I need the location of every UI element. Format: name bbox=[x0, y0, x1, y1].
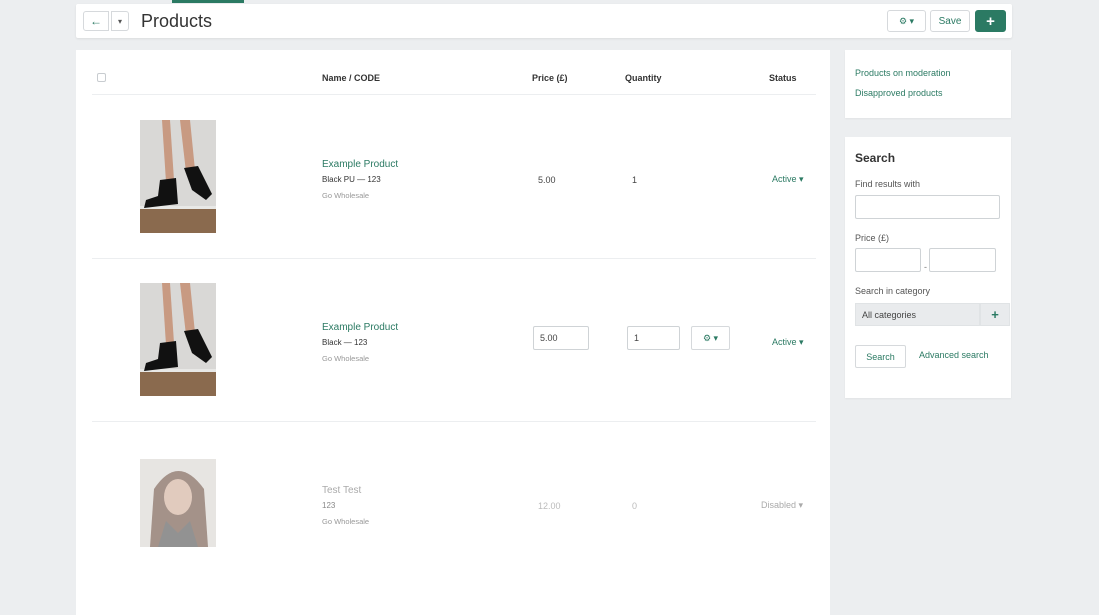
add-category-button[interactable]: + bbox=[980, 303, 1010, 326]
advanced-search-link[interactable]: Advanced search bbox=[919, 350, 989, 360]
page-header: ← ▾ Products ⚙ ▾ Save + bbox=[76, 0, 1012, 38]
price-range-separator: - bbox=[924, 262, 927, 272]
search-title: Search bbox=[855, 151, 896, 165]
search-button[interactable]: Search bbox=[855, 345, 906, 368]
product-name-link[interactable]: Example Product bbox=[322, 159, 398, 170]
product-price: 5.00 bbox=[538, 175, 556, 185]
back-button[interactable]: ← bbox=[83, 11, 109, 31]
select-all-checkbox[interactable] bbox=[97, 73, 106, 82]
plus-icon: + bbox=[991, 307, 999, 322]
product-quantity: 1 bbox=[632, 175, 638, 185]
status-dropdown[interactable]: Active ▾ bbox=[772, 174, 804, 185]
product-image[interactable] bbox=[140, 459, 216, 547]
page-title: Products bbox=[141, 11, 213, 31]
product-code: 123 bbox=[322, 501, 336, 510]
settings-dropdown-button[interactable]: ⚙ ▾ bbox=[887, 10, 926, 32]
table-row: Example Product Black PU — 123 Go Wholes… bbox=[92, 96, 816, 259]
disapproved-products-link[interactable]: Disapproved products bbox=[855, 88, 943, 98]
arrow-left-icon: ← bbox=[90, 14, 102, 28]
table-row: Example Product Black — 123 Go Wholesale… bbox=[92, 259, 816, 422]
product-name-link[interactable]: Test Test bbox=[322, 485, 361, 496]
price-max-input[interactable] bbox=[929, 248, 996, 272]
products-on-moderation-link[interactable]: Products on moderation bbox=[855, 68, 951, 78]
gear-icon: ⚙ ▾ bbox=[702, 332, 719, 343]
category-label: Search in category bbox=[855, 286, 931, 296]
product-vendor: Go Wholesale bbox=[322, 191, 370, 200]
caret-down-icon: ▾ bbox=[117, 16, 122, 26]
table-header: Name / CODE Price (£) Quantity Status bbox=[92, 68, 816, 95]
save-button[interactable]: Save bbox=[930, 10, 970, 32]
product-name-link[interactable]: Example Product bbox=[322, 322, 398, 333]
row-settings-button[interactable]: ⚙ ▾ bbox=[691, 326, 730, 350]
product-vendor: Go Wholesale bbox=[322, 354, 370, 363]
price-min-input[interactable] bbox=[855, 248, 921, 272]
moderation-links-panel: Products on moderation Disapproved produ… bbox=[845, 50, 1011, 118]
active-tab-indicator bbox=[172, 0, 244, 3]
search-panel: Search Find results with Price (£) - Sea… bbox=[845, 137, 1011, 398]
product-image[interactable] bbox=[140, 283, 216, 396]
products-panel: Name / CODE Price (£) Quantity Status Ex… bbox=[76, 50, 830, 615]
price-label: Price (£) bbox=[855, 233, 890, 243]
category-select[interactable]: All categories bbox=[855, 303, 980, 326]
product-code: Black PU — 123 bbox=[322, 175, 381, 184]
status-dropdown[interactable]: Active ▾ bbox=[772, 337, 804, 348]
price-input[interactable]: 5.00 bbox=[533, 326, 589, 350]
product-code: Black — 123 bbox=[322, 338, 368, 347]
column-header-name-code[interactable]: Name / CODE bbox=[322, 73, 380, 83]
gear-icon: ⚙ ▾ bbox=[898, 15, 915, 26]
product-image[interactable] bbox=[140, 120, 216, 233]
column-header-quantity[interactable]: Quantity bbox=[625, 73, 662, 83]
product-quantity: 0 bbox=[632, 501, 638, 511]
add-product-button[interactable]: + bbox=[975, 10, 1006, 32]
table-row: Test Test 123 Go Wholesale 12.00 0 Disab… bbox=[92, 422, 816, 585]
product-price: 12.00 bbox=[538, 501, 561, 511]
status-dropdown[interactable]: Disabled ▾ bbox=[761, 500, 803, 511]
quantity-input[interactable]: 1 bbox=[627, 326, 680, 350]
search-input[interactable] bbox=[855, 195, 1000, 219]
back-dropdown-button[interactable]: ▾ bbox=[111, 11, 129, 31]
product-vendor: Go Wholesale bbox=[322, 517, 370, 526]
plus-icon: + bbox=[986, 12, 995, 30]
column-header-price[interactable]: Price (£) bbox=[532, 73, 568, 83]
find-results-label: Find results with bbox=[855, 179, 921, 189]
column-header-status[interactable]: Status bbox=[769, 73, 797, 83]
